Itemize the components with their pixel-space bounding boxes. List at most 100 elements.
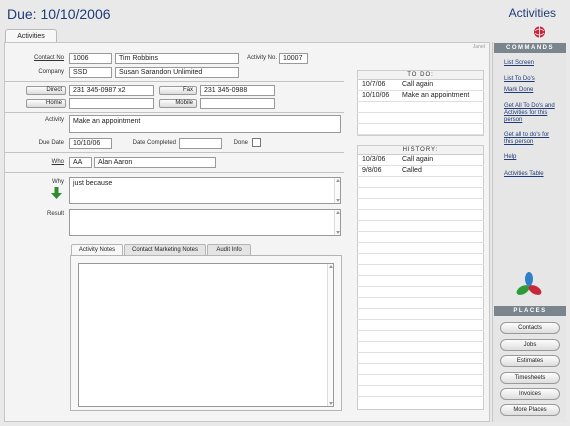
list-item[interactable] — [357, 124, 484, 135]
why-label: Why — [52, 179, 64, 185]
list-item[interactable]: 10/7/06 Call again — [357, 80, 484, 91]
notes-scrollbar[interactable] — [327, 264, 333, 406]
fax-button[interactable]: Fax — [159, 86, 197, 95]
activity-field[interactable]: Make an appointment — [69, 115, 341, 133]
direct-phone-button[interactable]: Direct — [26, 86, 66, 95]
due-date-label: Due Date — [38, 140, 64, 146]
cmd-list-todos[interactable]: List To Do's — [504, 76, 556, 83]
divider — [5, 81, 344, 82]
contact-no-field[interactable]: 1006 — [69, 53, 112, 64]
who-code-field[interactable]: AA — [69, 157, 92, 168]
history-text: Called — [402, 167, 422, 174]
list-item[interactable]: 10/10/06 Make an appointment — [357, 91, 484, 102]
due-date-field[interactable]: 10/10/06 — [69, 138, 112, 149]
cmd-get-all-todos[interactable]: Get all to do's for this person — [504, 132, 552, 146]
list-item[interactable] — [357, 254, 484, 265]
todo-header: TO DO: — [358, 71, 483, 80]
contact-no-link[interactable]: Contact No — [14, 55, 64, 61]
app-title: Activities — [508, 6, 556, 20]
list-item[interactable] — [357, 364, 484, 375]
place-invoices-button[interactable]: Invoices — [500, 388, 560, 400]
list-item[interactable] — [357, 210, 484, 221]
company-code-field[interactable]: SSD — [69, 67, 112, 78]
list-item[interactable] — [357, 221, 484, 232]
todo-text: Make an appointment — [402, 92, 470, 99]
list-item[interactable] — [357, 113, 484, 124]
result-field[interactable] — [69, 209, 341, 236]
history-date: 9/8/06 — [362, 167, 382, 174]
page-title: Due: 10/10/2006 — [7, 6, 111, 22]
history-date: 10/3/06 — [362, 156, 386, 163]
result-scrollbar[interactable] — [334, 210, 340, 235]
history-rows: 10/3/06 Call again 9/8/06 Called — [357, 155, 484, 397]
list-item[interactable] — [357, 276, 484, 287]
divider — [5, 152, 344, 153]
place-timesheets-button[interactable]: Timesheets — [500, 372, 560, 384]
places-header: PLACES — [494, 306, 566, 316]
date-completed-field[interactable] — [179, 138, 222, 149]
activity-no-label: Activity No. — [246, 55, 277, 61]
done-label: Done — [233, 140, 248, 146]
history-header: HISTORY: — [358, 146, 483, 155]
todo-rows: 10/7/06 Call again 10/10/06 Make an appo… — [357, 80, 484, 135]
home-phone-field[interactable] — [69, 98, 154, 109]
list-item[interactable] — [357, 188, 484, 199]
list-item[interactable] — [357, 353, 484, 364]
place-contacts-button[interactable]: Contacts — [500, 322, 560, 334]
green-down-arrow-icon[interactable] — [51, 187, 62, 199]
direct-phone-field[interactable]: 231 345-0987 x2 — [69, 85, 154, 96]
red-ball-logo-icon — [534, 26, 545, 38]
list-item[interactable] — [357, 320, 484, 331]
why-text: just because — [73, 180, 113, 187]
cmd-help[interactable]: Help — [504, 154, 556, 161]
list-item[interactable] — [357, 287, 484, 298]
list-item[interactable]: 9/8/06 Called — [357, 166, 484, 177]
commands-header: COMMANDS — [494, 43, 566, 53]
place-estimates-button[interactable]: Estimates — [500, 355, 560, 367]
mobile-button[interactable]: Mobile — [159, 99, 197, 108]
history-text: Call again — [402, 156, 434, 163]
company-name-field[interactable]: Susan Sarandon Unlimited — [115, 67, 239, 78]
list-item[interactable] — [357, 331, 484, 342]
cmd-mark-done[interactable]: Mark Done — [504, 87, 556, 94]
todo-date: 10/7/06 — [362, 81, 386, 88]
tab-activities[interactable]: Activities — [5, 29, 57, 43]
list-item[interactable] — [357, 375, 484, 386]
tri-color-logo-icon — [516, 272, 542, 295]
place-more-places-button[interactable]: More Places — [500, 404, 560, 416]
activity-notes-field[interactable] — [78, 263, 334, 407]
activity-no-field[interactable]: 10007 — [279, 53, 308, 64]
list-item[interactable] — [357, 199, 484, 210]
current-user: Janet — [472, 44, 485, 50]
list-item[interactable] — [357, 298, 484, 309]
company-label: Company — [38, 69, 64, 75]
list-item[interactable] — [357, 243, 484, 254]
mobile-field[interactable] — [200, 98, 275, 109]
contact-name-field[interactable]: Tim Robbins — [115, 53, 239, 64]
cmd-list-screen[interactable]: List Screen — [504, 60, 556, 67]
fax-field[interactable]: 231 345-0988 — [200, 85, 275, 96]
list-item[interactable] — [357, 232, 484, 243]
cmd-activities-table[interactable]: Activities Table — [504, 171, 556, 178]
list-item[interactable] — [357, 102, 484, 113]
home-phone-button[interactable]: Home — [26, 99, 66, 108]
divider — [5, 112, 344, 113]
why-field[interactable]: just because — [69, 177, 341, 204]
activity-label: Activity — [44, 117, 64, 123]
who-name-field[interactable]: Alan Aaron — [94, 157, 216, 168]
list-item[interactable] — [357, 386, 484, 397]
list-item[interactable] — [357, 265, 484, 276]
result-label: Result — [46, 211, 64, 217]
todo-date: 10/10/06 — [362, 92, 390, 99]
place-jobs-button[interactable]: Jobs — [500, 339, 560, 351]
done-checkbox[interactable] — [252, 138, 261, 147]
cmd-get-all-todos-activities[interactable]: Get All To Do's and Activities for this … — [504, 103, 556, 124]
list-item[interactable] — [357, 342, 484, 353]
divider — [5, 172, 344, 173]
who-link[interactable]: Who — [14, 159, 64, 165]
list-item[interactable] — [357, 177, 484, 188]
date-completed-label: Date Completed — [132, 140, 176, 146]
list-item[interactable]: 10/3/06 Call again — [357, 155, 484, 166]
list-item[interactable] — [357, 309, 484, 320]
why-scrollbar[interactable] — [334, 178, 340, 203]
